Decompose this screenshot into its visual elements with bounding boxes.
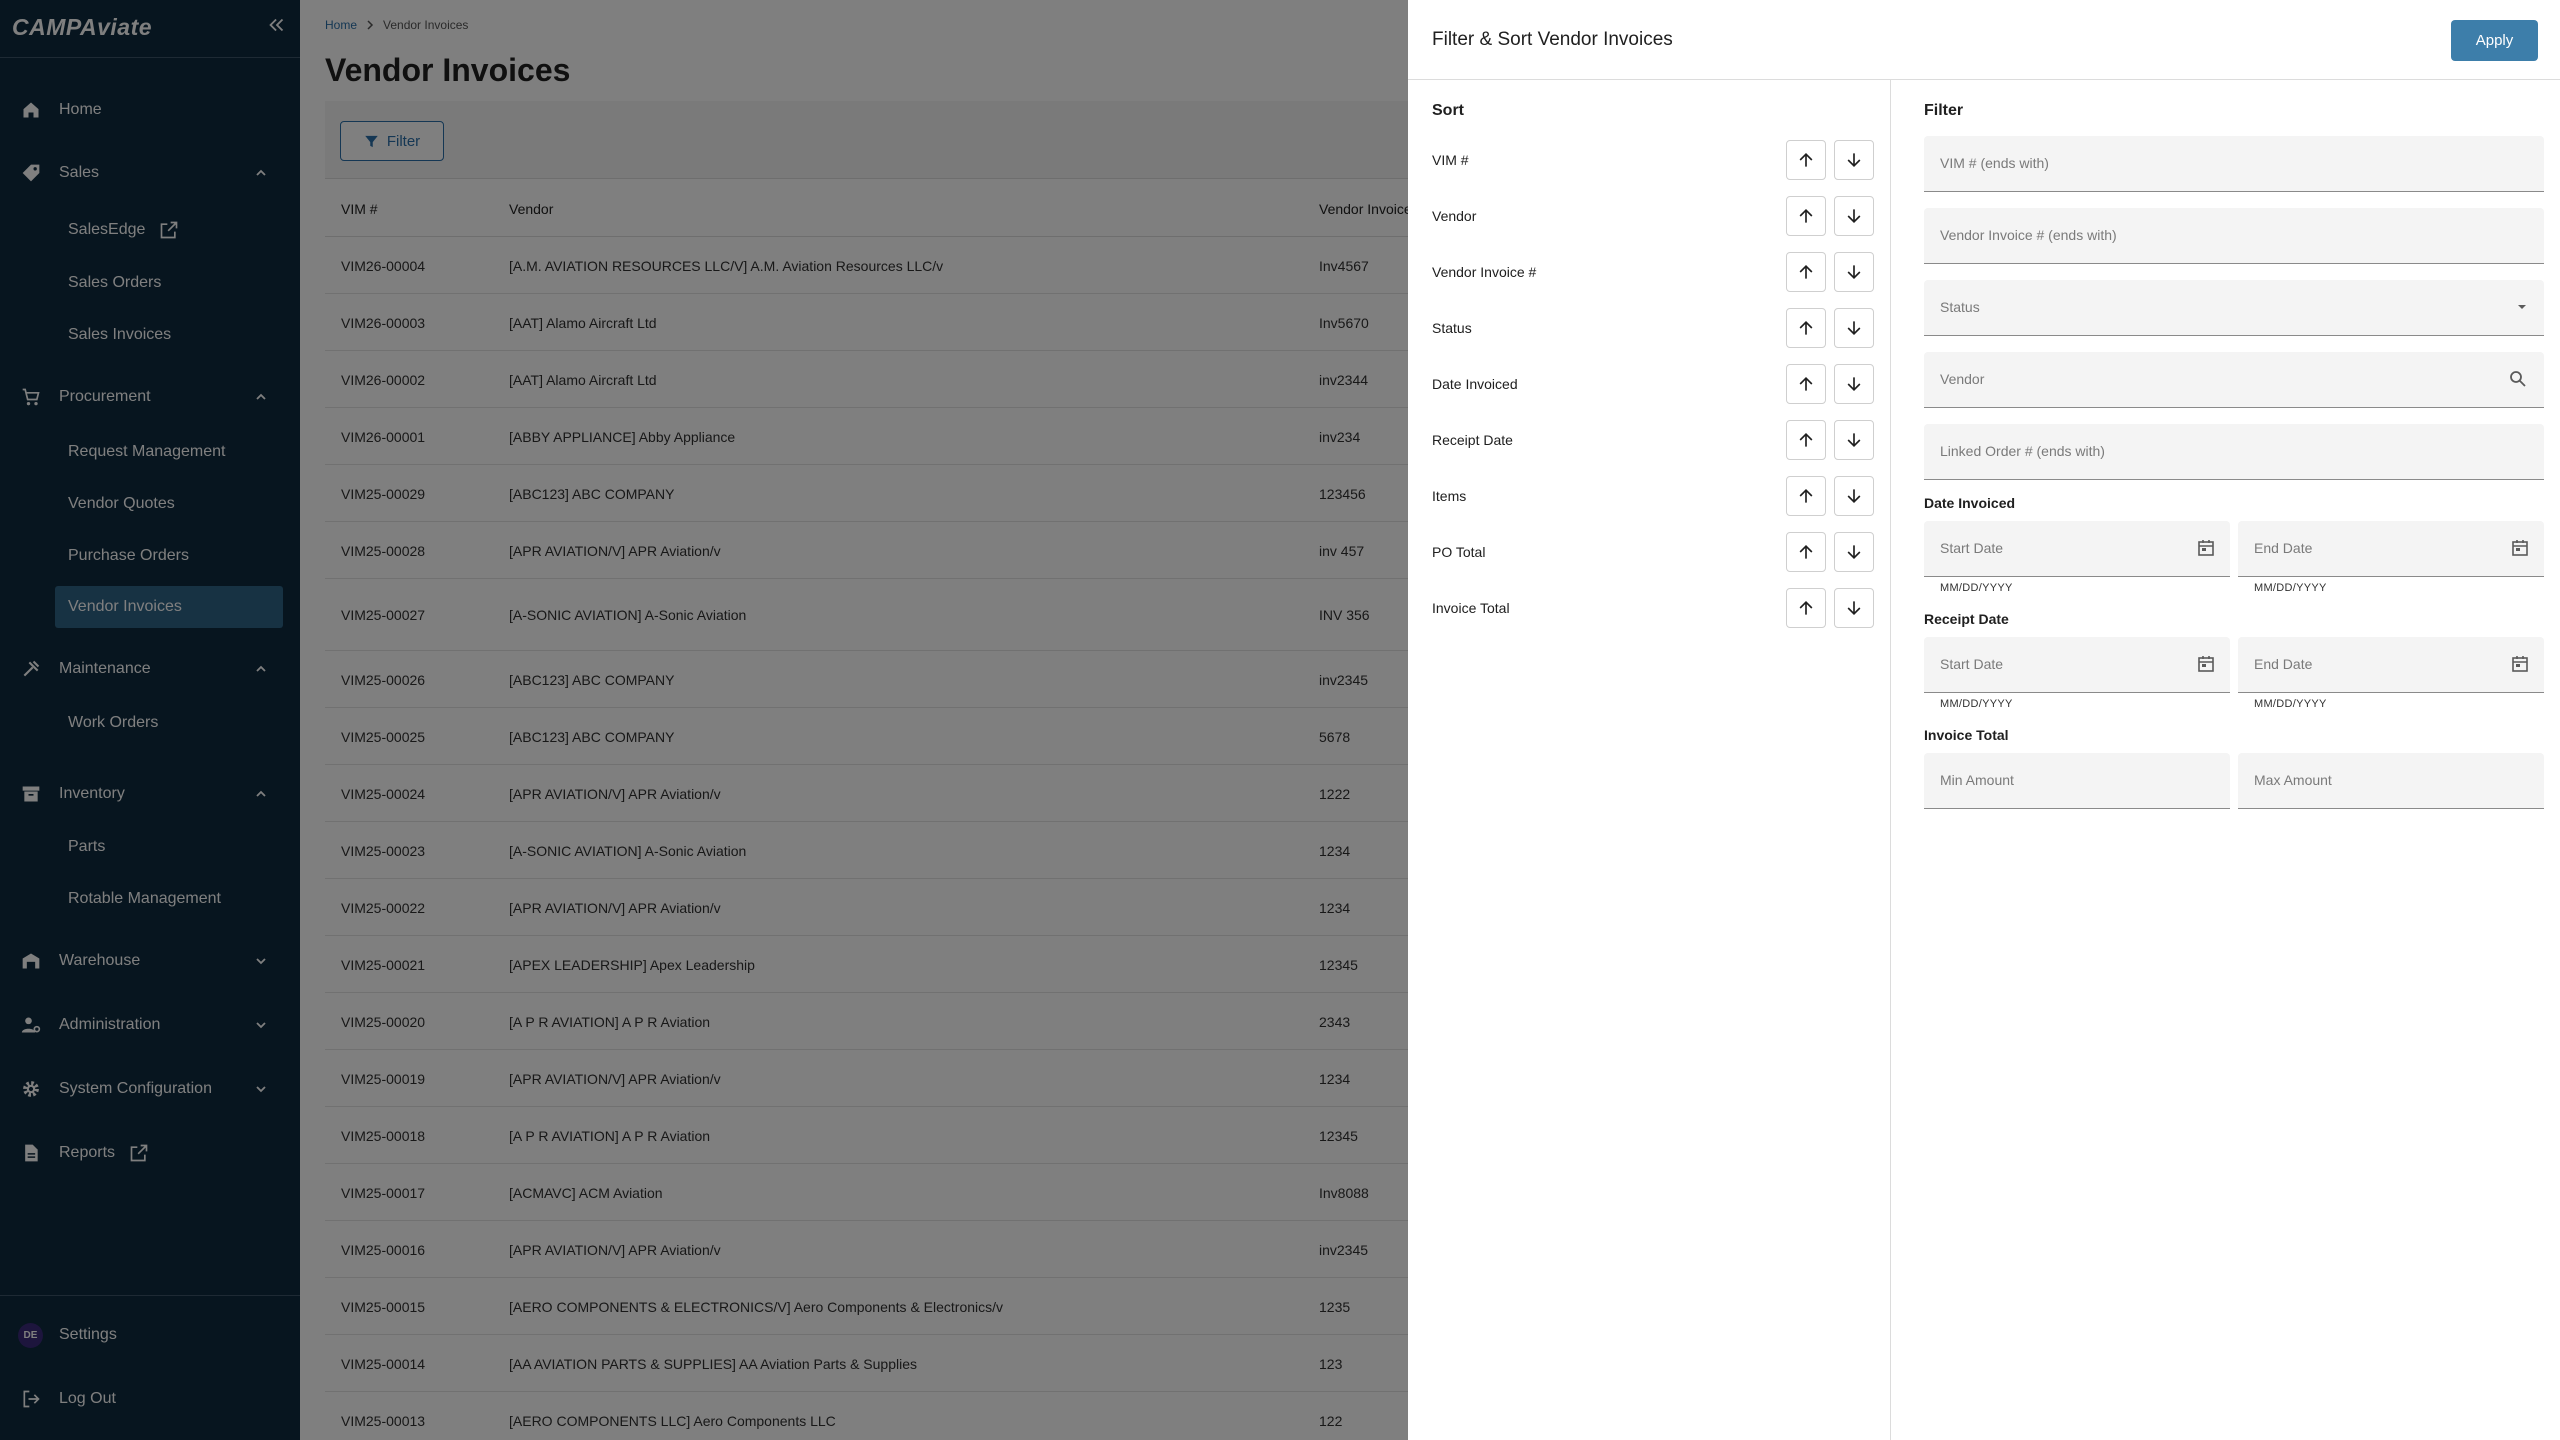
arrow-down-icon	[1844, 318, 1864, 338]
modal-backdrop[interactable]	[0, 0, 1408, 1440]
arrow-up-icon	[1796, 598, 1816, 618]
drawer-title: Filter & Sort Vendor Invoices	[1432, 29, 1673, 50]
vim-filter-placeholder: VIM # (ends with)	[1940, 155, 2049, 171]
receipt-date-start-placeholder: Start Date	[1940, 656, 2004, 672]
arrow-down-icon	[1844, 486, 1864, 506]
linked-order-filter-input[interactable]: Linked Order # (ends with)	[1924, 424, 2544, 480]
sort-asc-button-vendor-invoice[interactable]	[1786, 252, 1826, 292]
sort-label-items: Items	[1432, 488, 1467, 504]
arrow-down-icon	[1844, 598, 1864, 618]
sort-asc-button-invoice-total[interactable]	[1786, 588, 1826, 628]
sort-label-vendor: Vendor	[1432, 208, 1477, 224]
vendor-invoice-filter-input[interactable]: Vendor Invoice # (ends with)	[1924, 208, 2544, 264]
arrow-down-icon	[1844, 374, 1864, 394]
sort-asc-button-po-total[interactable]	[1786, 532, 1826, 572]
search-icon[interactable]	[2508, 369, 2528, 389]
sort-label-po-total: PO Total	[1432, 544, 1486, 560]
sort-desc-button-vendor[interactable]	[1834, 196, 1874, 236]
arrow-up-icon	[1796, 206, 1816, 226]
status-select[interactable]: Status	[1924, 280, 2544, 336]
receipt-date-end-helper: MM/DD/YYYY	[2254, 698, 2327, 710]
sort-label-vendor-invoice: Vendor Invoice #	[1432, 264, 1537, 280]
filter-sort-drawer: Filter & Sort Vendor Invoices Apply Sort…	[1408, 0, 2560, 1440]
sort-row-vendor: Vendor	[1432, 196, 1874, 236]
receipt-date-label: Receipt Date	[1924, 611, 2009, 627]
sort-label-vim: VIM #	[1432, 152, 1469, 168]
drawer-header: Filter & Sort Vendor Invoices Apply	[1408, 0, 2560, 80]
sort-asc-button-items[interactable]	[1786, 476, 1826, 516]
receipt-date-end-placeholder: End Date	[2254, 656, 2313, 672]
date-invoiced-end-input[interactable]: End Date	[2238, 521, 2544, 577]
arrow-down-icon	[1844, 150, 1864, 170]
max-amount-input[interactable]: Max Amount	[2238, 753, 2544, 809]
arrow-up-icon	[1796, 150, 1816, 170]
arrow-down-icon	[1844, 206, 1864, 226]
sort-desc-button-po-total[interactable]	[1834, 532, 1874, 572]
arrow-up-icon	[1796, 318, 1816, 338]
arrow-up-icon	[1796, 486, 1816, 506]
sort-desc-button-date-invoiced[interactable]	[1834, 364, 1874, 404]
min-amount-input[interactable]: Min Amount	[1924, 753, 2230, 809]
sort-label-date-invoiced: Date Invoiced	[1432, 376, 1518, 392]
sort-desc-button-vim[interactable]	[1834, 140, 1874, 180]
sort-label-receipt-date: Receipt Date	[1432, 432, 1513, 448]
receipt-date-start-input[interactable]: Start Date	[1924, 637, 2230, 693]
date-invoiced-start-placeholder: Start Date	[1940, 540, 2004, 556]
calendar-icon[interactable]	[2196, 538, 2216, 558]
sort-heading: Sort	[1432, 102, 1464, 119]
arrow-down-icon	[1844, 262, 1864, 282]
arrow-up-icon	[1796, 262, 1816, 282]
date-invoiced-label: Date Invoiced	[1924, 495, 2016, 511]
calendar-icon[interactable]	[2510, 654, 2530, 674]
sort-panel: Sort VIM # Vendor Vendor Invoice # Status Da…	[1408, 80, 1891, 1440]
sort-row-date-invoiced: Date Invoiced	[1432, 364, 1874, 404]
arrow-down-icon	[1844, 430, 1864, 450]
vendor-search-placeholder: Vendor	[1940, 371, 1985, 387]
sort-row-vendor-invoice: Vendor Invoice #	[1432, 252, 1874, 292]
sort-label-status: Status	[1432, 320, 1472, 336]
arrow-down-icon	[1844, 542, 1864, 562]
date-invoiced-start-input[interactable]: Start Date	[1924, 521, 2230, 577]
filter-panel: Filter VIM # (ends with) Vendor Invoice …	[1892, 80, 2560, 1440]
calendar-icon[interactable]	[2196, 654, 2216, 674]
sort-asc-button-receipt-date[interactable]	[1786, 420, 1826, 460]
min-amount-placeholder: Min Amount	[1940, 772, 2014, 788]
sort-asc-button-date-invoiced[interactable]	[1786, 364, 1826, 404]
sort-desc-button-receipt-date[interactable]	[1834, 420, 1874, 460]
invoice-total-label: Invoice Total	[1924, 727, 2009, 743]
dropdown-arrow-icon	[2518, 305, 2526, 309]
sort-asc-button-vendor[interactable]	[1786, 196, 1826, 236]
receipt-date-end-input[interactable]: End Date	[2238, 637, 2544, 693]
status-select-placeholder: Status	[1940, 299, 1980, 315]
sort-row-receipt-date: Receipt Date	[1432, 420, 1874, 460]
apply-button[interactable]: Apply	[2451, 20, 2538, 61]
sort-row-items: Items	[1432, 476, 1874, 516]
vendor-search-input[interactable]: Vendor	[1924, 352, 2544, 408]
calendar-icon[interactable]	[2510, 538, 2530, 558]
sort-asc-button-status[interactable]	[1786, 308, 1826, 348]
sort-label-invoice-total: Invoice Total	[1432, 600, 1510, 616]
arrow-up-icon	[1796, 542, 1816, 562]
date-invoiced-end-helper: MM/DD/YYYY	[2254, 582, 2327, 594]
max-amount-placeholder: Max Amount	[2254, 772, 2332, 788]
receipt-date-start-helper: MM/DD/YYYY	[1940, 698, 2013, 710]
sort-row-po-total: PO Total	[1432, 532, 1874, 572]
sort-desc-button-items[interactable]	[1834, 476, 1874, 516]
sort-asc-button-vim[interactable]	[1786, 140, 1826, 180]
vendor-invoice-filter-placeholder: Vendor Invoice # (ends with)	[1940, 227, 2117, 243]
arrow-up-icon	[1796, 430, 1816, 450]
vim-filter-input[interactable]: VIM # (ends with)	[1924, 136, 2544, 192]
linked-order-filter-placeholder: Linked Order # (ends with)	[1940, 443, 2105, 459]
sort-desc-button-status[interactable]	[1834, 308, 1874, 348]
date-invoiced-end-placeholder: End Date	[2254, 540, 2313, 556]
sort-row-status: Status	[1432, 308, 1874, 348]
sort-desc-button-invoice-total[interactable]	[1834, 588, 1874, 628]
sort-row-vim: VIM #	[1432, 140, 1874, 180]
sort-desc-button-vendor-invoice[interactable]	[1834, 252, 1874, 292]
arrow-up-icon	[1796, 374, 1816, 394]
sort-row-invoice-total: Invoice Total	[1432, 588, 1874, 628]
date-invoiced-start-helper: MM/DD/YYYY	[1940, 582, 2013, 594]
filter-heading: Filter	[1924, 102, 1964, 119]
